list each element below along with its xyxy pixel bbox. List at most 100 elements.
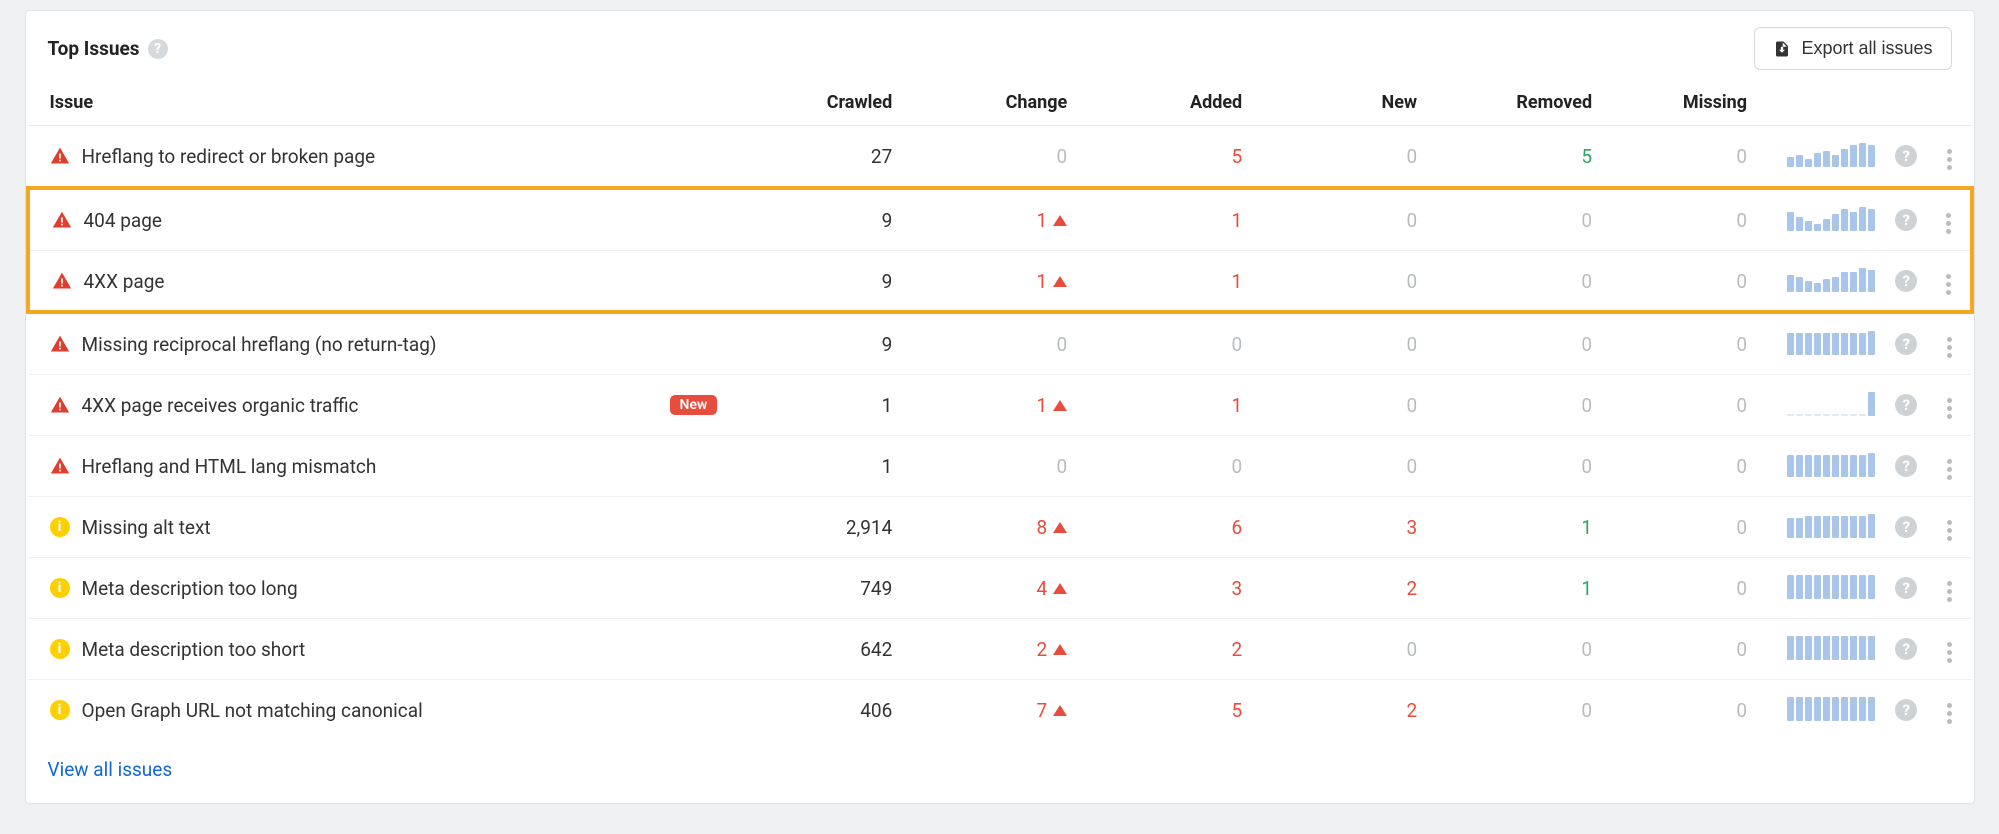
issue-label[interactable]: Hreflang to redirect or broken page [82, 147, 376, 166]
table-row[interactable]: 4XX page911000? [28, 251, 1972, 313]
kebab-menu-icon[interactable] [1939, 455, 1960, 484]
row-help-cell: ? [1885, 126, 1927, 189]
issue-label[interactable]: Open Graph URL not matching canonical [82, 701, 423, 720]
table-row[interactable]: 4XX page receives organic trafficNew1110… [28, 375, 1972, 436]
missing-cell: 0 [1602, 680, 1777, 741]
issue-label[interactable]: Meta description too long [82, 579, 298, 598]
row-actions-cell [1927, 619, 1971, 680]
row-help-cell: ? [1885, 375, 1927, 436]
kebab-menu-icon[interactable] [1939, 394, 1960, 423]
row-help-icon[interactable]: ? [1895, 145, 1917, 167]
table-row[interactable]: iMeta description too long74943210? [28, 558, 1972, 619]
row-help-icon[interactable]: ? [1895, 577, 1917, 599]
row-help-icon[interactable]: ? [1895, 516, 1917, 538]
added-cell: 0 [1077, 312, 1252, 375]
sparkline [1787, 575, 1875, 599]
crawled-cell: 749 [727, 558, 902, 619]
issue-label[interactable]: 4XX page [84, 272, 165, 291]
table-row[interactable]: Missing reciprocal hreflang (no return-t… [28, 312, 1972, 375]
added-cell: 1 [1077, 375, 1252, 436]
arrow-up-icon [1053, 583, 1067, 594]
row-help-icon[interactable]: ? [1895, 455, 1917, 477]
kebab-menu-icon[interactable] [1938, 270, 1959, 299]
col-issue[interactable]: Issue [28, 80, 728, 126]
missing-cell: 0 [1602, 312, 1777, 375]
kebab-menu-icon[interactable] [1939, 145, 1960, 174]
error-triangle-icon [52, 271, 72, 291]
new-cell: 2 [1252, 558, 1427, 619]
sparkline-cell [1777, 188, 1885, 251]
row-help-icon[interactable]: ? [1895, 333, 1917, 355]
error-triangle-icon [50, 456, 70, 476]
kebab-menu-icon[interactable] [1939, 333, 1960, 362]
removed-cell: 0 [1427, 375, 1602, 436]
change-cell: 0 [902, 126, 1077, 189]
issue-label[interactable]: Missing reciprocal hreflang (no return-t… [82, 335, 437, 354]
arrow-up-icon [1053, 215, 1067, 226]
col-removed[interactable]: Removed [1427, 80, 1602, 126]
arrow-up-icon [1053, 705, 1067, 716]
col-added[interactable]: Added [1077, 80, 1252, 126]
change-cell: 4 [902, 558, 1077, 619]
issues-table: Issue Crawled Change Added New Removed M… [26, 80, 1974, 740]
table-row[interactable]: 404 page911000? [28, 188, 1972, 251]
kebab-menu-icon[interactable] [1939, 577, 1960, 606]
kebab-menu-icon[interactable] [1939, 516, 1960, 545]
col-new[interactable]: New [1252, 80, 1427, 126]
row-help-icon[interactable]: ? [1895, 638, 1917, 660]
row-actions-cell [1927, 436, 1971, 497]
missing-cell: 0 [1602, 436, 1777, 497]
kebab-menu-icon[interactable] [1938, 209, 1959, 238]
new-cell: 0 [1252, 436, 1427, 497]
sparkline [1787, 268, 1875, 292]
row-actions-cell [1927, 497, 1971, 558]
view-all-issues-link[interactable]: View all issues [26, 740, 1974, 803]
issue-label[interactable]: Hreflang and HTML lang mismatch [82, 457, 377, 476]
table-row[interactable]: iMeta description too short64222000? [28, 619, 1972, 680]
sparkline-cell [1777, 619, 1885, 680]
kebab-menu-icon[interactable] [1939, 638, 1960, 667]
crawled-cell: 642 [727, 619, 902, 680]
crawled-cell: 406 [727, 680, 902, 741]
col-sparkline [1777, 80, 1885, 126]
warning-circle-icon: i [50, 578, 70, 598]
table-row[interactable]: Hreflang to redirect or broken page27050… [28, 126, 1972, 189]
row-help-icon[interactable]: ? [1895, 699, 1917, 721]
removed-cell: 5 [1427, 126, 1602, 189]
row-help-cell: ? [1885, 251, 1927, 313]
row-actions-cell [1927, 312, 1971, 375]
issue-label[interactable]: 4XX page receives organic traffic [82, 396, 359, 415]
row-actions-cell [1927, 375, 1971, 436]
row-help-icon[interactable]: ? [1895, 270, 1917, 292]
issue-label[interactable]: 404 page [84, 211, 163, 230]
issue-label[interactable]: Missing alt text [82, 518, 211, 537]
panel-header: Top Issues ? Export all issues [26, 11, 1974, 80]
help-icon[interactable]: ? [148, 39, 168, 59]
export-all-issues-button[interactable]: Export all issues [1754, 27, 1951, 70]
crawled-cell: 1 [727, 436, 902, 497]
col-crawled[interactable]: Crawled [727, 80, 902, 126]
kebab-menu-icon[interactable] [1939, 699, 1960, 728]
added-cell: 1 [1077, 188, 1252, 251]
added-cell: 0 [1077, 436, 1252, 497]
export-button-label: Export all issues [1801, 38, 1932, 59]
arrow-up-icon [1053, 276, 1067, 287]
table-row[interactable]: i Open Graph URL not matching canonical 40… [28, 680, 1972, 741]
row-help-icon[interactable]: ? [1895, 394, 1917, 416]
panel-title: Top Issues ? [48, 37, 168, 60]
added-cell: 5 [1077, 680, 1252, 741]
issue-cell: Missing reciprocal hreflang (no return-t… [28, 312, 728, 375]
download-icon [1773, 40, 1791, 58]
issue-label[interactable]: Meta description too short [82, 640, 306, 659]
sparkline [1787, 697, 1875, 721]
change-cell: 7 [902, 680, 1077, 741]
col-change[interactable]: Change [902, 80, 1077, 126]
row-help-cell: ? [1885, 436, 1927, 497]
table-row[interactable]: Hreflang and HTML lang mismatch100000? [28, 436, 1972, 497]
error-triangle-icon [50, 334, 70, 354]
table-row[interactable]: iMissing alt text2,91486310? [28, 497, 1972, 558]
row-help-icon[interactable]: ? [1895, 209, 1917, 231]
col-missing[interactable]: Missing [1602, 80, 1777, 126]
issue-cell: i Meta description too long [28, 558, 728, 619]
warning-circle-icon: i [50, 700, 70, 720]
